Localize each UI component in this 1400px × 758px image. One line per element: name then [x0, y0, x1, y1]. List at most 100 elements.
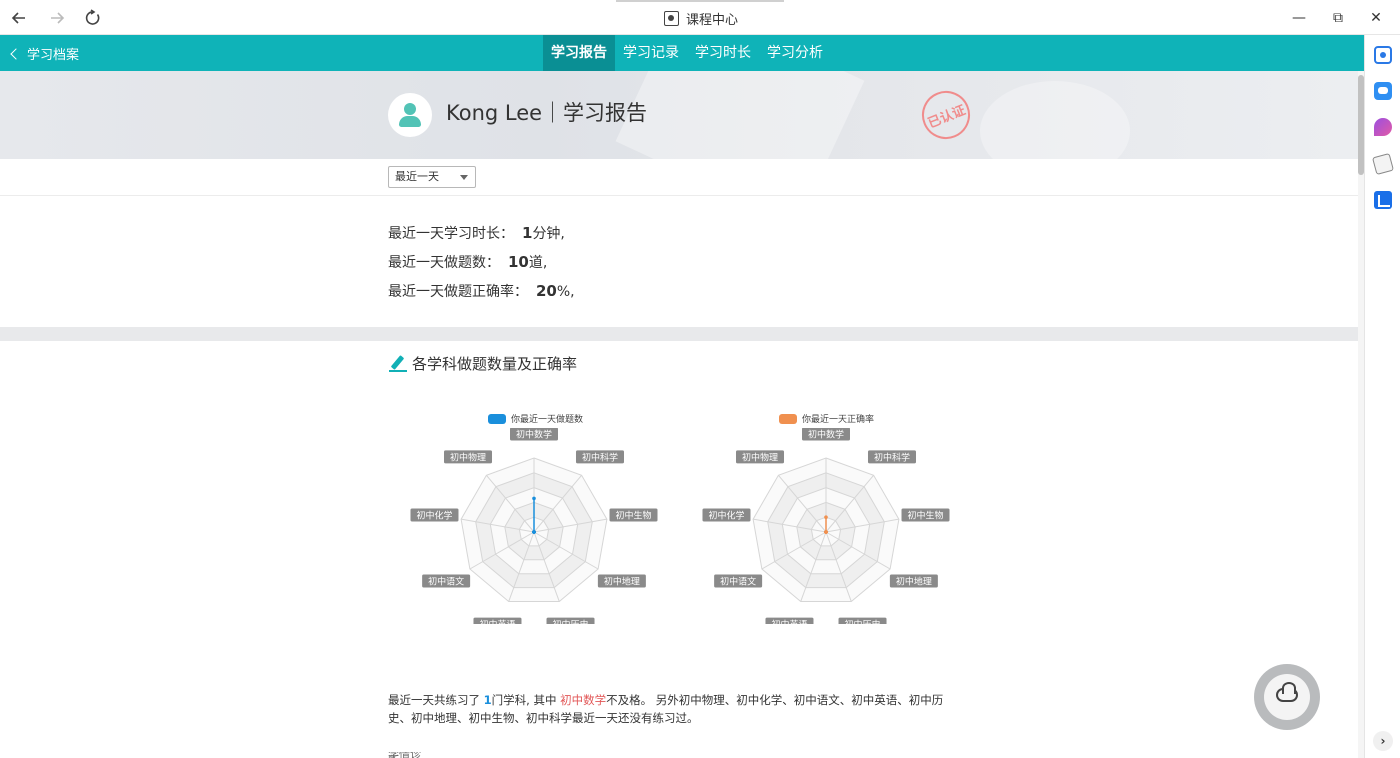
app-icon: [664, 10, 679, 26]
failed-subject-link[interactable]: 初中数学: [560, 693, 606, 707]
tab-study-records[interactable]: 学习记录: [615, 35, 687, 71]
radar-point: [824, 530, 828, 534]
radar-chart-questions: 初中数学初中科学初中生物初中地理初中历史 初中英语 初中语文 初中化学 初中物理: [400, 428, 670, 624]
stat-unit: %,: [556, 284, 575, 300]
radar-axis-label: 初中语文: [714, 574, 763, 588]
stat-label: 最近一天做题正确率：: [388, 284, 528, 300]
pencil-icon: [389, 355, 407, 373]
radar-point: [532, 530, 536, 534]
radar-axis-label: 初中化学: [702, 508, 751, 522]
back-to-archive-link[interactable]: 学习档案: [10, 44, 79, 63]
page-title: Kong Lee｜学习报告: [446, 101, 648, 125]
back-button[interactable]: [8, 7, 30, 29]
radar-axis-label: 初中地理: [889, 574, 938, 588]
radar-axis-label: 初中历史: [546, 617, 595, 624]
radar-axis-label: 初中物理: [444, 450, 493, 464]
radar-axis-label: 初中化学: [410, 508, 459, 522]
stat-value: 20: [536, 282, 557, 300]
close-button[interactable]: ✕: [1365, 7, 1387, 29]
axis-label-text: 初中数学: [808, 429, 844, 441]
axis-label-text: 初中科学: [874, 451, 910, 463]
tab-indicator: [616, 0, 784, 2]
axis-label-text: 初中物理: [450, 451, 486, 463]
axis-label-text: 初中生物: [616, 509, 652, 521]
radar-axis-label: 初中科学: [575, 450, 624, 464]
axis-label-text: 初中数学: [516, 429, 552, 441]
tab-study-analysis[interactable]: 学习分析: [759, 35, 831, 71]
radar-chart-accuracy: 初中数学初中科学初中生物初中地理初中历史 初中英语 初中语文 初中化学 初中物理: [692, 428, 962, 624]
profile-banner: Kong Lee｜学习报告 已认证: [0, 71, 1358, 159]
axis-label-text: 初中语文: [720, 576, 756, 588]
radar-axis-label: 初中生物: [901, 508, 950, 522]
caret-down-icon: [460, 175, 468, 180]
cloud-float-button[interactable]: [1254, 664, 1320, 730]
axis-label-text: 初中化学: [416, 509, 452, 521]
arrow-right-icon: [51, 12, 65, 24]
verified-seal: 已认证: [914, 83, 978, 147]
radar-axis-label: 初中生物: [609, 508, 658, 522]
banner-decoration: [980, 81, 1130, 159]
radar-axis-label: 初中语文: [422, 574, 471, 588]
right-sidebar: ›: [1364, 35, 1400, 758]
radar-svg-accuracy: 初中数学初中科学初中生物初中地理初中历史 初中英语 初中语文 初中化学 初中物理: [702, 428, 950, 624]
network-icon[interactable]: [1374, 191, 1392, 209]
stat-accuracy: 最近一天做题正确率： 20%,: [388, 280, 575, 309]
stat-unit: 道,: [528, 255, 548, 271]
cloud-button-inner: [1264, 674, 1310, 720]
stat-value: 10: [508, 253, 529, 271]
section-title: 各学科做题数量及正确率: [389, 353, 577, 374]
avatar: [388, 93, 432, 137]
tab-study-duration[interactable]: 学习时长: [687, 35, 759, 71]
arrow-left-icon: [11, 12, 25, 24]
radar-axis-label: 初中数学: [802, 428, 850, 441]
axis-label-text: 初中化学: [708, 509, 744, 521]
banner-decoration: [615, 71, 865, 159]
radar-axis-label: 初中英语: [765, 617, 814, 624]
stat-duration: 最近一天学习时长： 1分钟,: [388, 222, 575, 251]
section-title-text: 各学科做题数量及正确率: [412, 355, 578, 373]
filter-bar: 最近一天: [0, 159, 1358, 196]
tab-study-report[interactable]: 学习报告: [543, 35, 615, 71]
card-icon[interactable]: [1371, 152, 1395, 176]
legend-questions: 你最近一天做题数: [488, 412, 583, 425]
radar-axis-label: 初中历史: [838, 617, 887, 624]
top-navigation: 学习档案 学习报告 学习记录 学习时长 学习分析: [0, 35, 1364, 71]
report-tabs: 学习报告 学习记录 学习时长 学习分析: [543, 35, 831, 71]
axis-label-text: 初中地理: [896, 576, 932, 588]
refresh-button[interactable]: [82, 7, 104, 29]
section-divider: [0, 327, 1358, 341]
forward-button[interactable]: [46, 7, 68, 29]
axis-label-text: 初中物理: [742, 451, 778, 463]
time-range-select[interactable]: 最近一天: [388, 166, 476, 188]
radar-point: [532, 496, 536, 501]
favorite-icon[interactable]: [1374, 118, 1392, 136]
axis-label-text: 初中地理: [604, 576, 640, 588]
radar-svg-questions: 初中数学初中科学初中生物初中地理初中历史 初中英语 初中语文 初中化学 初中物理: [410, 428, 658, 624]
chevron-left-icon: [10, 47, 22, 60]
scan-icon[interactable]: [1374, 46, 1392, 64]
stat-questions: 最近一天做题数： 10道,: [388, 251, 575, 280]
radar-point: [824, 515, 828, 519]
assistant-icon[interactable]: [1374, 82, 1392, 100]
radar-axis-label: 初中英语: [473, 617, 522, 624]
legend-accuracy: 你最近一天正确率: [779, 412, 874, 425]
summary-part: 最近一天共练习了: [388, 693, 484, 707]
radar-axis-label: 初中科学: [867, 450, 916, 464]
radar-axis-label: 初中数学: [510, 428, 558, 441]
user-icon: [404, 103, 416, 115]
legend-label: 你最近一天做题数: [511, 415, 584, 425]
summary-text: 最近一天共练习了 1门学科, 其中 初中数学不及格。 另外初中物理、初中化学、初…: [388, 691, 960, 727]
minimize-button[interactable]: —: [1288, 7, 1310, 29]
study-stats: 最近一天学习时长： 1分钟, 最近一天做题数： 10道, 最近一天做题正确率： 20%…: [388, 222, 575, 309]
time-range-value: 最近一天: [395, 170, 439, 183]
axis-label-text: 初中生物: [908, 509, 944, 521]
axis-label-text: 初中科学: [582, 451, 618, 463]
next-section-hint: 学情诊断: [388, 752, 428, 758]
cloud-icon: [1276, 682, 1298, 702]
window-titlebar: 课程中心 — ⧉ ✕: [0, 0, 1400, 35]
chevron-right-icon[interactable]: ›: [1373, 731, 1393, 751]
restore-button[interactable]: ⧉: [1327, 7, 1349, 29]
stat-label: 最近一天做题数：: [388, 255, 500, 271]
legend-swatch: [488, 413, 506, 424]
stat-unit: 分钟,: [532, 226, 565, 242]
